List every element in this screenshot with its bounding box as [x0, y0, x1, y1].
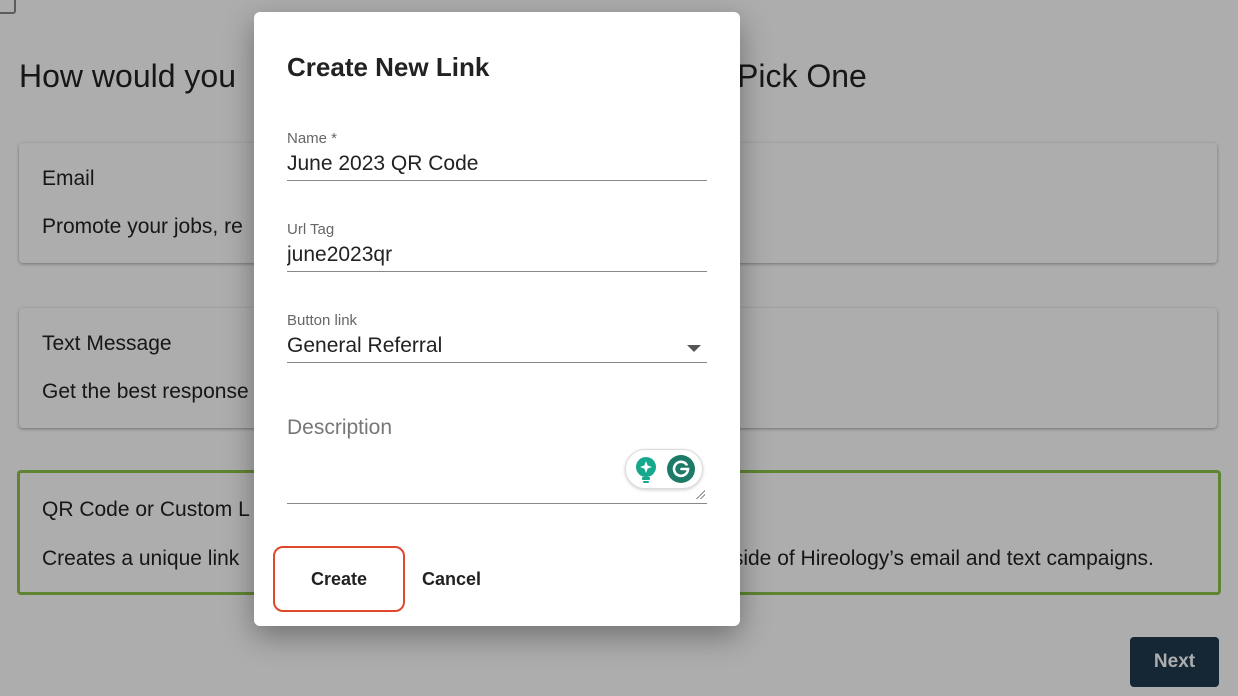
url-tag-underline — [287, 271, 707, 272]
description-underline — [287, 503, 707, 504]
name-field: Name * — [287, 130, 707, 182]
create-button[interactable]: Create — [273, 546, 405, 612]
resize-handle[interactable] — [695, 489, 705, 499]
button-link-field[interactable]: Button link General Referral — [287, 312, 707, 364]
cancel-button[interactable]: Cancel — [412, 562, 491, 596]
url-tag-label: Url Tag — [287, 221, 335, 238]
button-link-label: Button link — [287, 312, 358, 329]
button-link-underline — [287, 362, 707, 363]
url-tag-field: Url Tag — [287, 221, 707, 273]
grammarly-icon[interactable] — [666, 454, 696, 484]
url-tag-input[interactable] — [287, 243, 707, 267]
create-link-dialog: Create New Link Name * Url Tag Button li… — [254, 12, 740, 626]
lightbulb-icon[interactable] — [634, 456, 658, 484]
name-input[interactable] — [287, 152, 707, 176]
name-label: Name * — [287, 130, 338, 147]
name-underline — [287, 180, 707, 181]
chevron-down-icon[interactable] — [687, 345, 701, 352]
description-field — [287, 416, 707, 504]
writing-assistant-pill[interactable] — [625, 449, 703, 489]
button-link-select[interactable]: General Referral — [287, 334, 707, 358]
dialog-title: Create New Link — [287, 52, 490, 82]
